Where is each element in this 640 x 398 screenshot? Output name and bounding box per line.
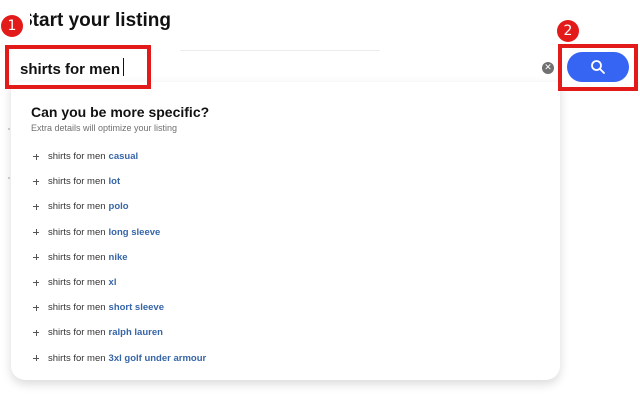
suggestion-suffix: short sleeve <box>108 302 164 314</box>
suggestion-base: shirts for men <box>48 151 106 163</box>
suggestion-suffix: long sleeve <box>108 226 161 238</box>
suggestion-item[interactable]: shirts for men short sleeve <box>31 295 511 320</box>
suggestion-suffix: lot <box>108 176 121 188</box>
suggestion-base: shirts for men <box>48 277 106 289</box>
suggestion-base: shirts for men <box>48 201 106 213</box>
page-title: Start your listing <box>20 10 171 31</box>
callout-highlight-1 <box>5 45 151 89</box>
background-dot <box>8 177 10 179</box>
callout-badge-2: 2 <box>557 20 579 42</box>
plus-icon <box>33 355 39 362</box>
suggestion-item[interactable]: shirts for men 3xl golf under armour <box>31 346 511 371</box>
suggestion-suffix: polo <box>108 201 129 213</box>
suggestion-item[interactable]: shirts for men xl <box>31 270 511 295</box>
callout-badge-1: 1 <box>1 15 23 37</box>
suggestion-base: shirts for men <box>48 327 106 339</box>
suggestion-item[interactable]: shirts for men ralph lauren <box>31 320 511 345</box>
suggestion-item[interactable]: shirts for men long sleeve <box>31 220 511 245</box>
plus-icon <box>33 178 39 185</box>
divider <box>180 50 380 51</box>
callout-highlight-2 <box>558 44 638 91</box>
dropdown-heading: Can you be more specific? <box>31 104 210 120</box>
plus-icon <box>33 203 39 210</box>
suggestion-item[interactable]: shirts for men polo <box>31 194 511 219</box>
suggestion-item[interactable]: shirts for men nike <box>31 245 511 270</box>
dropdown-subheading: Extra details will optimize your listing <box>31 123 178 133</box>
plus-icon <box>33 279 39 286</box>
plus-icon <box>33 329 39 336</box>
background-dot <box>8 128 10 130</box>
suggestion-suffix: xl <box>108 277 117 289</box>
suggestion-list: shirts for men casual shirts for men lot s… <box>31 144 511 371</box>
plus-icon <box>33 229 39 236</box>
suggestion-item[interactable]: shirts for men lot <box>31 169 511 194</box>
plus-icon <box>33 254 39 261</box>
clear-icon[interactable]: ✕ <box>542 62 554 74</box>
plus-icon <box>33 304 39 311</box>
suggestion-base: shirts for men <box>48 352 106 364</box>
plus-icon <box>33 153 39 160</box>
suggestion-base: shirts for men <box>48 176 106 188</box>
suggestion-suffix: 3xl golf under armour <box>108 352 207 364</box>
suggestion-base: shirts for men <box>48 302 106 314</box>
suggestion-base: shirts for men <box>48 251 106 263</box>
suggestion-suffix: casual <box>108 151 139 163</box>
suggestion-suffix: ralph lauren <box>108 327 163 339</box>
suggestion-suffix: nike <box>108 251 128 263</box>
suggestion-item[interactable]: shirts for men casual <box>31 144 511 169</box>
suggestion-base: shirts for men <box>48 226 106 238</box>
suggestions-dropdown: Can you be more specific? Extra details … <box>11 82 560 380</box>
